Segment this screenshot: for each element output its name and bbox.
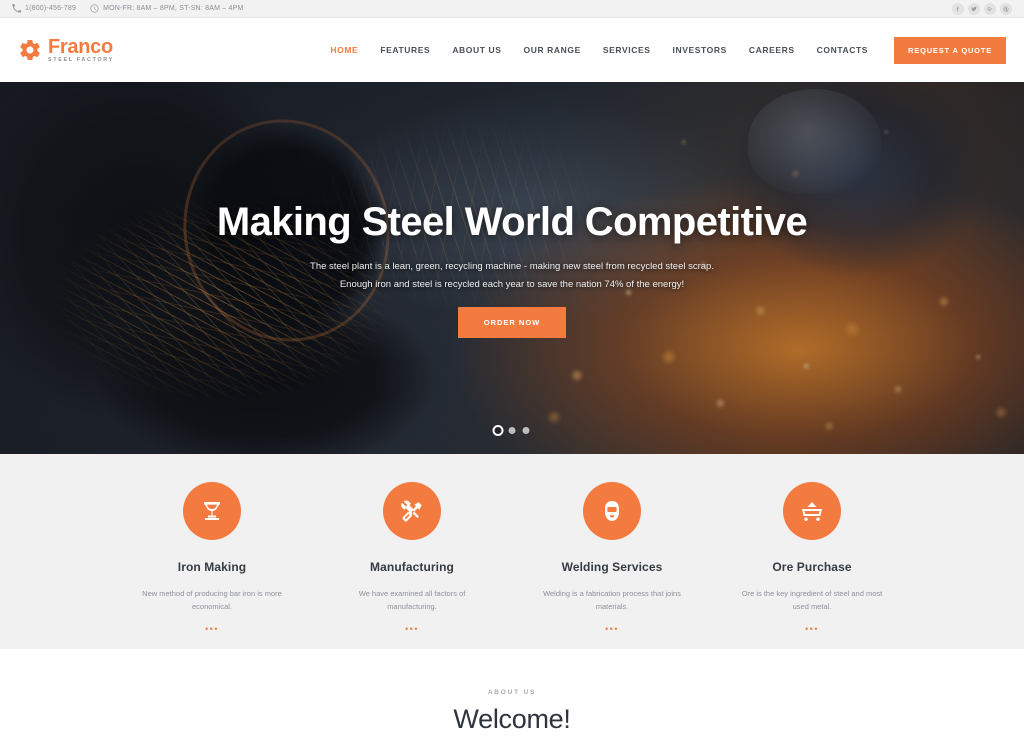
hero-title: Making Steel World Competitive	[216, 200, 808, 244]
top-bar: 1(800)-456-789 MON-FR: 8AM – 8PM, ST-SN:…	[0, 0, 1024, 18]
social-links	[952, 2, 1012, 15]
nav-item-contacts[interactable]: CONTACTS	[817, 45, 868, 55]
service-dots: •••	[805, 624, 819, 635]
nav-item-home[interactable]: HOME	[330, 45, 358, 55]
pinterest-icon[interactable]	[1000, 2, 1012, 15]
logo-subtitle: STEEL FACTORY	[48, 56, 114, 63]
service-title: Ore Purchase	[772, 560, 852, 574]
ore-cart-icon	[783, 482, 841, 540]
service-description: Welding is a fabrication process that jo…	[543, 589, 681, 612]
phone-contact[interactable]: 1(800)-456-789	[12, 4, 76, 13]
service-title: Manufacturing	[370, 560, 454, 574]
hero-subtitle-line2: Enough iron and steel is recycled each y…	[339, 278, 685, 290]
crucible-icon	[183, 482, 241, 540]
about-label: ABOUT US	[487, 689, 537, 696]
welding-mask-icon	[583, 482, 641, 540]
service-dots: •••	[605, 624, 619, 635]
working-hours: MON-FR: 8AM – 8PM, ST-SN: 8AM – 4PM	[103, 5, 244, 12]
service-dots: •••	[405, 624, 419, 635]
top-bar-contact-group: 1(800)-456-789 MON-FR: 8AM – 8PM, ST-SN:…	[12, 4, 243, 13]
facebook-icon[interactable]	[952, 2, 964, 15]
nav-item-our-range[interactable]: OUR RANGE	[524, 45, 581, 55]
twitter-icon[interactable]	[968, 2, 980, 15]
slider-dot-3[interactable]	[522, 427, 530, 434]
hero-content: Making Steel World Competitive The steel…	[0, 82, 1024, 454]
nav-item-features[interactable]: FEATURES	[380, 45, 430, 55]
slider-pagination	[494, 427, 530, 434]
order-now-button[interactable]: ORDER NOW	[457, 307, 567, 339]
service-card-manufacturing[interactable]: Manufacturing We have examined all facto…	[332, 482, 492, 649]
clock-icon	[90, 4, 99, 13]
service-description: Ore is the key ingredient of steel and m…	[741, 589, 883, 612]
logo[interactable]: Franco STEEL FACTORY	[18, 37, 114, 64]
nav-item-careers[interactable]: CAREERS	[749, 45, 795, 55]
nav-item-about-us[interactable]: ABOUT US	[452, 45, 501, 55]
about-section: ABOUT US Welcome!	[0, 649, 1024, 745]
nav-item-services[interactable]: SERVICES	[603, 45, 651, 55]
request-a-quote-button[interactable]: REQUEST A QUOTE	[894, 36, 1006, 64]
service-dots: •••	[205, 624, 219, 635]
phone-number: 1(800)-456-789	[25, 5, 77, 12]
nav-item-investors[interactable]: INVESTORS	[673, 45, 727, 55]
google-plus-icon[interactable]	[984, 2, 996, 15]
phone-icon	[12, 4, 21, 13]
hero-slider: Making Steel World Competitive The steel…	[0, 82, 1024, 454]
hero-subtitle-line1: The steel plant is a lean, green, recycl…	[310, 261, 714, 272]
service-card-welding-services[interactable]: Welding Services Welding is a fabricatio…	[532, 482, 692, 649]
site-header: Franco STEEL FACTORY HOME FEATURES ABOUT…	[0, 18, 1024, 82]
service-card-iron-making[interactable]: Iron Making New method of producing bar …	[132, 482, 292, 649]
hero-subtitle: The steel plant is a lean, green, recycl…	[310, 258, 714, 293]
service-title: Welding Services	[561, 560, 663, 574]
service-description: New method of producing bar iron is more…	[142, 589, 282, 612]
service-title: Iron Making	[177, 560, 247, 574]
logo-title: Franco	[48, 35, 113, 58]
hours-info: MON-FR: 8AM – 8PM, ST-SN: 8AM – 4PM	[90, 4, 243, 13]
gear-icon	[18, 38, 42, 62]
main-navigation: HOME FEATURES ABOUT US OUR RANGE SERVICE…	[330, 45, 868, 55]
logo-text: Franco STEEL FACTORY	[48, 37, 114, 64]
service-description: We have examined all factors of manufact…	[358, 589, 466, 612]
slider-dot-2[interactable]	[508, 427, 516, 434]
services-section: Iron Making New method of producing bar …	[0, 454, 1024, 649]
service-card-ore-purchase[interactable]: Ore Purchase Ore is the key ingredient o…	[732, 482, 892, 649]
about-title: Welcome!	[453, 704, 571, 734]
hammer-wrench-icon	[383, 482, 441, 540]
slider-dot-1[interactable]	[494, 427, 502, 434]
